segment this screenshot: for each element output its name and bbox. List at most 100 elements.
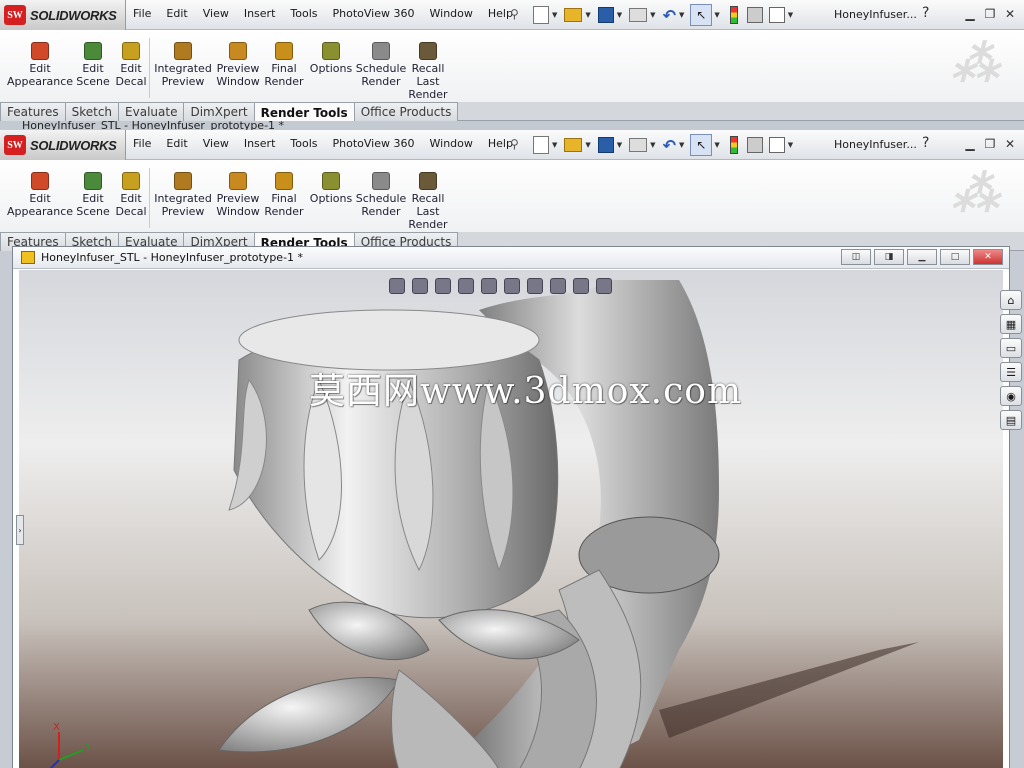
solidworks-logo[interactable]: SW SOLIDWORKS: [0, 0, 126, 30]
recall-render-button[interactable]: Recall Last Render: [408, 172, 448, 231]
edit-appearance-icon[interactable]: [550, 278, 566, 294]
open-folder-icon[interactable]: [564, 138, 583, 152]
chevron-down-icon[interactable]: ▼: [585, 141, 590, 149]
chevron-down-icon[interactable]: ▼: [650, 141, 655, 149]
close-icon[interactable]: ✕: [973, 249, 1003, 265]
custom-properties-icon[interactable]: ▤: [1000, 410, 1022, 430]
final-render-button[interactable]: Final Render: [264, 172, 304, 218]
options-button[interactable]: Options: [310, 42, 352, 75]
restore-icon[interactable]: ❐: [980, 133, 1000, 155]
schedule-render-button[interactable]: Schedule Render: [356, 172, 406, 218]
design-library-icon[interactable]: ▦: [1000, 314, 1022, 334]
new-document-icon[interactable]: [533, 136, 549, 154]
chevron-down-icon[interactable]: ▼: [617, 141, 622, 149]
minimize-icon[interactable]: ▁: [907, 249, 937, 265]
minimize-icon[interactable]: ▁: [960, 3, 980, 25]
close-icon[interactable]: ✕: [1000, 3, 1020, 25]
close-icon[interactable]: ✕: [1000, 133, 1020, 155]
pin-icon[interactable]: ⚲: [510, 137, 519, 151]
recall-render-button[interactable]: Recall Last Render: [408, 42, 448, 101]
restore-icon[interactable]: ❐: [980, 3, 1000, 25]
open-folder-icon[interactable]: [564, 8, 583, 22]
undo-icon[interactable]: ↶: [663, 134, 676, 156]
tile-horizontal-icon[interactable]: ◫: [841, 249, 871, 265]
rebuild-traffic-light-icon[interactable]: [729, 136, 738, 154]
view-palette-icon[interactable]: ☰: [1000, 362, 1022, 382]
apply-scene-icon[interactable]: [573, 278, 589, 294]
chevron-down-icon[interactable]: ▼: [552, 11, 557, 19]
chevron-down-icon[interactable]: ▼: [714, 11, 719, 19]
graphics-area[interactable]: 莫西网www.3dmox.com X Y Z: [19, 270, 1003, 768]
edit-decal-button[interactable]: Edit Decal: [115, 42, 147, 88]
schedule-render-button[interactable]: Schedule Render: [356, 42, 406, 88]
file-properties-icon[interactable]: [746, 137, 763, 153]
edit-appearance-button[interactable]: Edit Appearance: [7, 172, 73, 218]
menu-edit[interactable]: Edit: [166, 137, 187, 150]
print-icon[interactable]: [629, 138, 648, 152]
menu-insert[interactable]: Insert: [244, 137, 276, 150]
edit-scene-button[interactable]: Edit Scene: [76, 172, 110, 218]
file-explorer-icon[interactable]: ▭: [1000, 338, 1022, 358]
chevron-down-icon[interactable]: ▼: [650, 11, 655, 19]
menu-window[interactable]: Window: [430, 7, 473, 20]
edit-decal-button[interactable]: Edit Decal: [115, 172, 147, 218]
chevron-down-icon[interactable]: ▼: [788, 11, 793, 19]
tab-office-products[interactable]: Office Products: [353, 102, 459, 121]
final-render-button[interactable]: Final Render: [264, 42, 304, 88]
menu-view[interactable]: View: [203, 137, 229, 150]
preview-window-button[interactable]: Preview Window: [216, 172, 260, 218]
chevron-down-icon[interactable]: ▼: [552, 141, 557, 149]
home-icon[interactable]: ⌂: [1000, 290, 1022, 310]
menu-photoview[interactable]: PhotoView 360: [333, 137, 415, 150]
rebuild-traffic-light-icon[interactable]: [729, 6, 738, 24]
tile-vertical-icon[interactable]: ◨: [874, 249, 904, 265]
menu-file[interactable]: File: [133, 137, 151, 150]
select-pointer-icon[interactable]: ↖: [690, 4, 713, 26]
edit-appearance-button[interactable]: Edit Appearance: [7, 42, 73, 88]
preview-window-button[interactable]: Preview Window: [216, 42, 260, 88]
minimize-icon[interactable]: ▁: [960, 133, 980, 155]
menu-photoview[interactable]: PhotoView 360: [333, 7, 415, 20]
menu-tools[interactable]: Tools: [290, 137, 317, 150]
hide-show-items-icon[interactable]: [527, 278, 543, 294]
help-icon[interactable]: ?: [922, 135, 929, 151]
file-properties-icon[interactable]: [746, 7, 763, 23]
menu-window[interactable]: Window: [430, 137, 473, 150]
section-view-icon[interactable]: [458, 278, 474, 294]
new-document-icon[interactable]: [533, 6, 549, 24]
appearances-scenes-icon[interactable]: ◉: [1000, 386, 1022, 406]
menu-insert[interactable]: Insert: [244, 7, 276, 20]
options-button[interactable]: Options: [310, 172, 352, 205]
view-settings-icon[interactable]: [596, 278, 612, 294]
options-list-icon[interactable]: [768, 137, 785, 153]
menu-file[interactable]: File: [133, 7, 151, 20]
select-pointer-icon[interactable]: ↖: [690, 134, 713, 156]
display-style-icon[interactable]: [504, 278, 520, 294]
save-icon[interactable]: [597, 7, 614, 23]
previous-view-icon[interactable]: [435, 278, 451, 294]
zoom-to-area-icon[interactable]: [412, 278, 428, 294]
feature-manager-expand-handle[interactable]: ›: [16, 515, 24, 545]
solidworks-logo[interactable]: SW SOLIDWORKS: [0, 130, 126, 160]
chevron-down-icon[interactable]: ▼: [714, 141, 719, 149]
zoom-to-fit-icon[interactable]: [389, 278, 405, 294]
chevron-down-icon[interactable]: ▼: [585, 11, 590, 19]
print-icon[interactable]: [629, 8, 648, 22]
integrated-preview-button[interactable]: Integrated Preview: [154, 172, 212, 218]
maximize-icon[interactable]: □: [940, 249, 970, 265]
chevron-down-icon[interactable]: ▼: [679, 11, 684, 19]
view-orientation-icon[interactable]: [481, 278, 497, 294]
menu-edit[interactable]: Edit: [166, 7, 187, 20]
integrated-preview-button[interactable]: Integrated Preview: [154, 42, 212, 88]
menu-tools[interactable]: Tools: [290, 7, 317, 20]
help-icon[interactable]: ?: [922, 5, 929, 21]
pin-icon[interactable]: ⚲: [510, 7, 519, 21]
edit-scene-button[interactable]: Edit Scene: [76, 42, 110, 88]
chevron-down-icon[interactable]: ▼: [679, 141, 684, 149]
options-list-icon[interactable]: [768, 7, 785, 23]
menu-view[interactable]: View: [203, 7, 229, 20]
chevron-down-icon[interactable]: ▼: [788, 141, 793, 149]
undo-icon[interactable]: ↶: [663, 4, 676, 26]
save-icon[interactable]: [597, 137, 614, 153]
chevron-down-icon[interactable]: ▼: [617, 11, 622, 19]
